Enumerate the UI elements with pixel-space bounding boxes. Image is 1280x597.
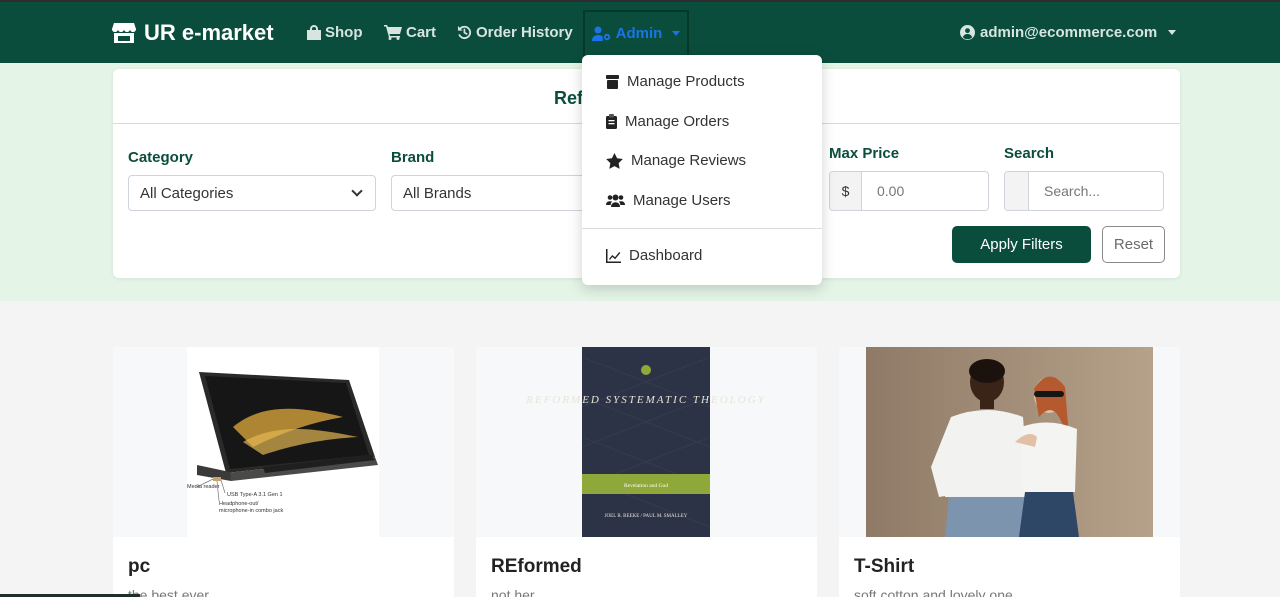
laptop-caption: Media reader xyxy=(187,484,220,490)
history-icon xyxy=(457,25,472,40)
chevron-down-icon xyxy=(351,185,363,197)
menu-item-label: Dashboard xyxy=(629,247,703,264)
product-description: not her xyxy=(491,587,535,597)
admin-label: Admin xyxy=(615,25,663,42)
box-icon xyxy=(606,74,619,89)
nav-cart-label: Cart xyxy=(406,24,437,41)
product-image[interactable] xyxy=(839,347,1180,537)
product-title[interactable]: pc xyxy=(128,556,150,578)
reset-button[interactable]: Reset xyxy=(1102,226,1165,263)
category-select[interactable]: All Categories xyxy=(128,175,376,211)
max-price-input[interactable]: 0.00 xyxy=(862,172,904,210)
laptop-caption: USB Type-A 3.1 Gen 1 xyxy=(227,492,283,498)
max-price-label: Max Price xyxy=(829,145,900,162)
menu-item-manage-users[interactable]: Manage Users xyxy=(606,192,731,209)
max-price-input-group: $ 0.00 xyxy=(829,171,989,211)
menu-item-label: Manage Reviews xyxy=(631,152,747,169)
search-addon xyxy=(1005,172,1029,210)
admin-dropdown-menu: Manage Products Manage Orders Manage Rev… xyxy=(582,55,822,285)
nav-order-history[interactable]: Order History xyxy=(457,24,573,41)
clipboard-list-icon xyxy=(606,114,617,129)
user-email: admin@ecommerce.com xyxy=(980,24,1158,41)
menu-item-label: Manage Products xyxy=(627,73,745,90)
brand-label: Brand xyxy=(391,149,435,166)
users-icon xyxy=(606,194,625,207)
category-select-value: All Categories xyxy=(140,184,234,202)
product-title[interactable]: REformed xyxy=(491,556,582,578)
shopping-bag-icon xyxy=(307,25,321,40)
admin-dropdown-toggle[interactable]: Admin xyxy=(583,10,689,57)
menu-item-manage-products[interactable]: Manage Products xyxy=(606,73,745,90)
menu-item-label: Manage Users xyxy=(633,192,731,209)
book-title-line: REFORMED SYSTEMATIC THEOLOGY xyxy=(525,394,766,406)
models-tshirt-photo xyxy=(866,347,1153,537)
menu-item-label: Manage Orders xyxy=(625,113,730,130)
menu-item-dashboard[interactable]: Dashboard xyxy=(606,247,702,264)
nav-cart[interactable]: Cart xyxy=(384,24,436,41)
store-icon xyxy=(112,23,136,43)
laptop-caption: Headphone-out/ xyxy=(219,501,259,507)
user-cog-icon xyxy=(591,26,610,41)
search-input-group: Search... xyxy=(1004,171,1164,211)
product-image[interactable]: REFORMED SYSTEMATIC THEOLOGY Revelation … xyxy=(476,347,817,537)
product-image[interactable]: Media reader USB Type-A 3.1 Gen 1 Headph… xyxy=(113,347,454,537)
menu-divider xyxy=(582,228,822,229)
menu-item-manage-orders[interactable]: Manage Orders xyxy=(606,113,729,130)
product-card[interactable]: Media reader USB Type-A 3.1 Gen 1 Headph… xyxy=(113,347,454,597)
product-card[interactable]: T-Shirt soft cotton and lovely one xyxy=(839,347,1180,597)
apply-filters-button[interactable]: Apply Filters xyxy=(952,226,1091,263)
search-label: Search xyxy=(1004,145,1055,162)
nav-shop[interactable]: Shop xyxy=(307,24,363,41)
book-cover-photo: REFORMED SYSTEMATIC THEOLOGY Revelation … xyxy=(525,347,766,537)
cart-icon xyxy=(384,25,402,40)
product-card[interactable]: REFORMED SYSTEMATIC THEOLOGY Revelation … xyxy=(476,347,817,597)
brand-name: UR e-market xyxy=(144,20,274,45)
star-icon xyxy=(606,152,623,169)
product-title[interactable]: T-Shirt xyxy=(854,556,914,578)
category-label: Category xyxy=(128,149,194,166)
user-dropdown-toggle[interactable]: admin@ecommerce.com xyxy=(960,24,1177,41)
nav-shop-label: Shop xyxy=(325,24,363,41)
product-description: soft cotton and lovely one xyxy=(854,587,1013,597)
product-description: the best ever xyxy=(128,587,209,597)
laptop-photo: Media reader USB Type-A 3.1 Gen 1 Headph… xyxy=(187,347,379,537)
laptop-caption: microphone-in combo jack xyxy=(219,508,283,514)
menu-item-manage-reviews[interactable]: Manage Reviews xyxy=(606,152,746,169)
caret-down-icon xyxy=(672,31,681,36)
nav-order-history-label: Order History xyxy=(476,24,573,41)
navbar: UR e-market Shop Cart Order History Admi… xyxy=(0,0,1280,63)
currency-addon: $ xyxy=(830,172,862,210)
book-authors: JOEL R. BEEKE / PAUL M. SMALLEY xyxy=(605,514,688,519)
caret-down-icon xyxy=(1168,30,1177,35)
filter-title: Ref xyxy=(554,88,584,108)
chart-line-icon xyxy=(606,248,621,263)
brand-select-value: All Brands xyxy=(403,184,472,202)
search-input[interactable]: Search... xyxy=(1029,172,1100,210)
book-subtitle: Revelation and God xyxy=(624,483,668,489)
brand-link[interactable]: UR e-market xyxy=(112,20,274,46)
user-circle-icon xyxy=(960,25,975,40)
